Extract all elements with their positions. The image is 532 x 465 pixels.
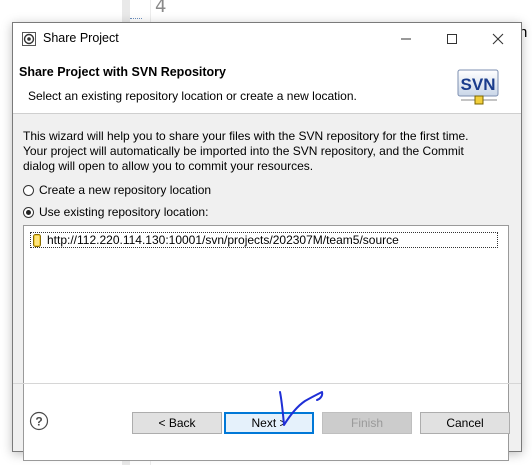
minimize-icon bbox=[401, 38, 411, 40]
existing-location-option[interactable]: Use existing repository location: bbox=[23, 205, 208, 219]
create-location-radio[interactable] bbox=[23, 184, 34, 196]
close-button[interactable] bbox=[475, 23, 521, 55]
back-button[interactable]: < Back bbox=[132, 412, 222, 434]
window-title: Share Project bbox=[43, 31, 119, 45]
help-icon[interactable]: ? bbox=[29, 411, 49, 431]
wizard-title: Share Project with SVN Repository bbox=[19, 65, 226, 79]
close-icon bbox=[492, 33, 504, 45]
svn-logo-icon: SVN bbox=[457, 69, 499, 105]
create-location-label: Create a new repository location bbox=[39, 183, 212, 197]
footer-divider bbox=[13, 383, 521, 384]
share-project-dialog: Share Project Share Project with SVN Rep… bbox=[12, 22, 522, 461]
screen: 4 n Share Project Share Project with SVN… bbox=[0, 0, 532, 465]
svg-text:?: ? bbox=[35, 415, 42, 429]
intro-line: This wizard will help you to share your … bbox=[23, 129, 469, 143]
editor-line-number: 4 bbox=[155, 0, 167, 17]
repository-url: http://112.220.114.130:10001/svn/project… bbox=[47, 233, 399, 247]
finish-button[interactable]: Finish bbox=[322, 412, 412, 434]
repository-list-item[interactable]: http://112.220.114.130:10001/svn/project… bbox=[30, 232, 498, 248]
existing-location-radio[interactable] bbox=[23, 206, 34, 218]
next-button[interactable]: Next > bbox=[224, 412, 314, 434]
title-bar[interactable]: Share Project bbox=[13, 23, 521, 55]
intro-line: dialog will open to allow you to commit … bbox=[23, 159, 314, 173]
intro-text: This wizard will help you to share your … bbox=[23, 129, 511, 174]
svn-logo-text: SVN bbox=[461, 75, 496, 94]
repository-icon bbox=[33, 233, 41, 247]
eclipse-icon bbox=[22, 32, 36, 46]
wizard-description: Select an existing repository location o… bbox=[28, 89, 357, 103]
minimize-button[interactable] bbox=[383, 23, 429, 55]
create-location-option[interactable]: Create a new repository location bbox=[23, 183, 211, 197]
maximize-button[interactable] bbox=[429, 23, 475, 55]
cancel-button[interactable]: Cancel bbox=[420, 412, 510, 434]
existing-location-label: Use existing repository location: bbox=[39, 205, 209, 219]
intro-line: Your project will automatically be impor… bbox=[23, 144, 464, 158]
wizard-content: This wizard will help you to share your … bbox=[23, 127, 511, 461]
maximize-icon bbox=[447, 34, 457, 44]
wizard-banner: Share Project with SVN Repository Select… bbox=[13, 55, 521, 114]
